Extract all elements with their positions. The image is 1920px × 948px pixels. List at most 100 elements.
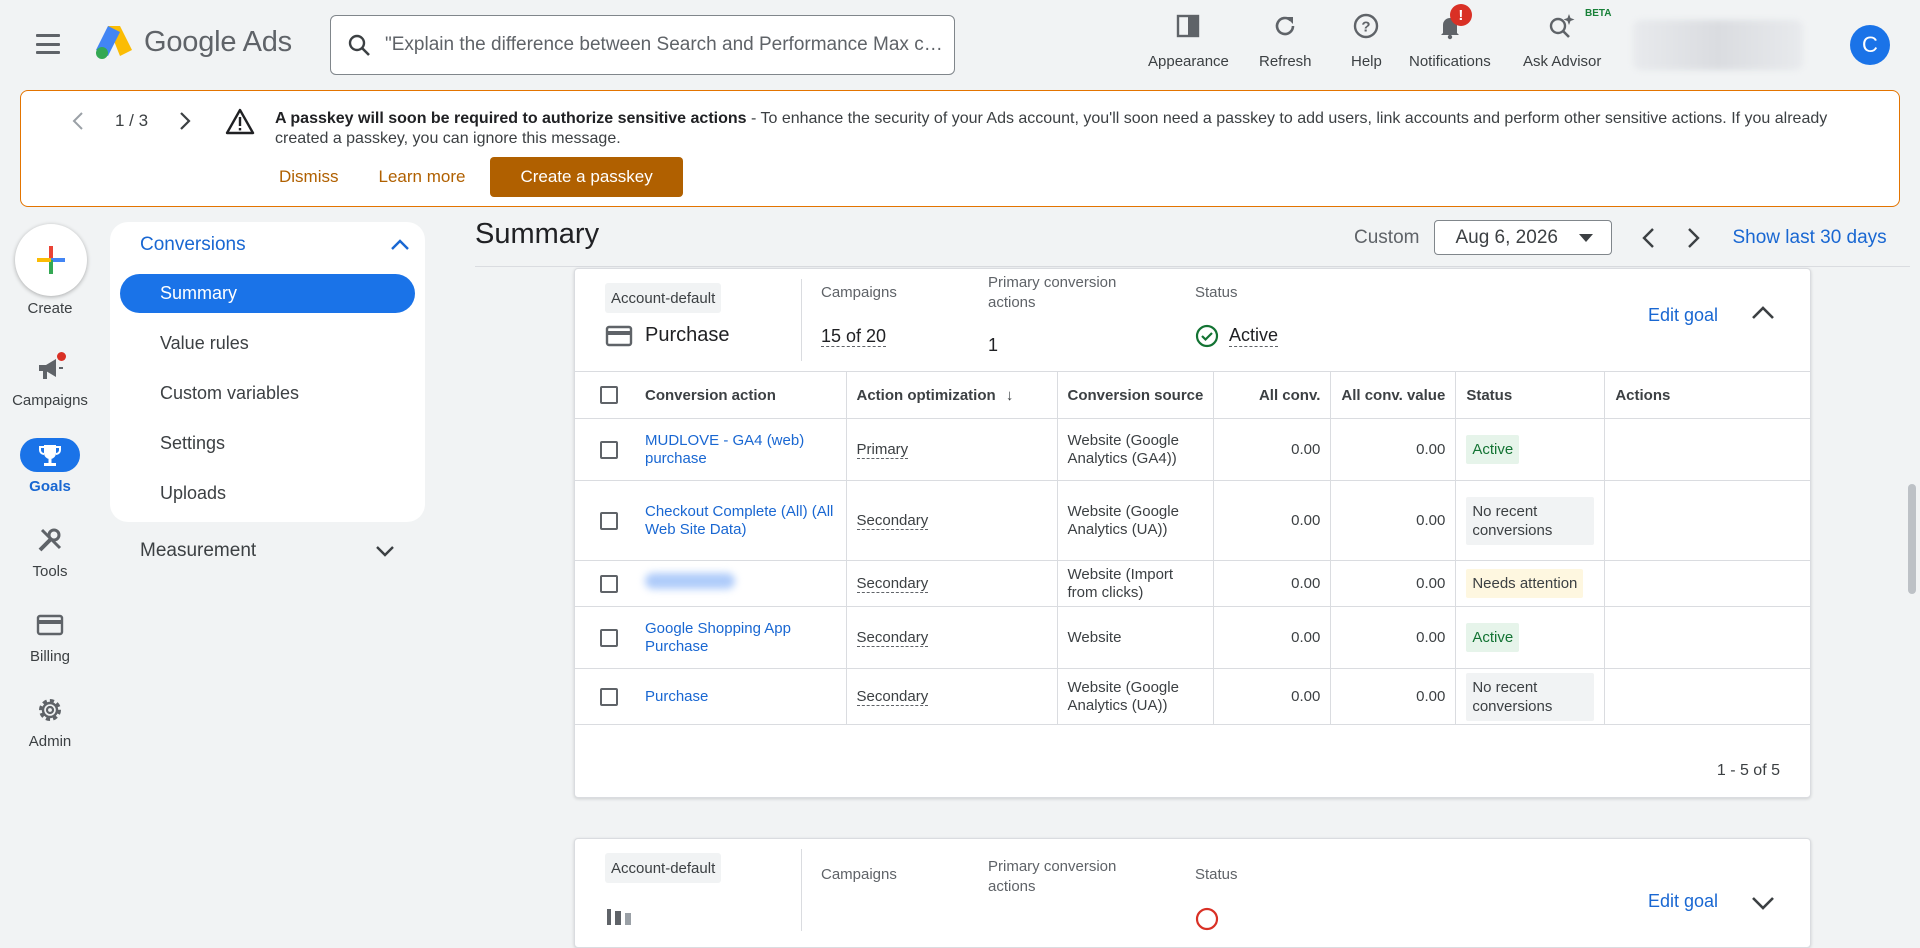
nav-item-admin[interactable]: Admin (0, 693, 100, 750)
conversion-action-link[interactable]: MUDLOVE - GA4 (web) purchase (645, 432, 804, 467)
subnav-item-custom-variables[interactable]: Custom variables (120, 374, 415, 413)
credit-card-icon (36, 614, 64, 636)
measurement-section-header[interactable]: Measurement (140, 540, 395, 562)
actions-cell (1604, 606, 1810, 669)
show-last-30-days-link[interactable]: Show last 30 days (1732, 227, 1886, 249)
conversion-action-link[interactable]: Checkout Complete (All) (All Web Site Da… (645, 503, 833, 538)
status-header: Status (1195, 866, 1238, 883)
notifications-icon-wrap: ! (1436, 4, 1472, 40)
all-conv-cell: 0.00 (1213, 560, 1332, 607)
optimization-cell: Secondary (846, 480, 1058, 561)
previous-period-icon[interactable] (1640, 227, 1656, 249)
goal-status-text[interactable]: Active (1229, 325, 1279, 347)
redacted-action-name[interactable] (645, 573, 735, 589)
conversion-action-link[interactable]: Google Shopping App Purchase (645, 620, 791, 655)
optimization-value[interactable]: Primary (856, 440, 909, 459)
row-checkbox[interactable] (600, 440, 618, 459)
status-cell: No recent conversions (1455, 668, 1606, 725)
goals-pill (20, 438, 80, 472)
row-checkbox-cell (575, 606, 635, 669)
table-row: MUDLOVE - GA4 (web) purchase Primary Web… (575, 418, 1810, 481)
create-passkey-button[interactable]: Create a passkey (490, 157, 683, 197)
learn-more-button[interactable]: Learn more (379, 159, 466, 195)
avatar[interactable]: C (1850, 25, 1890, 65)
account-selector[interactable] (1633, 20, 1803, 70)
select-all-cell (575, 371, 635, 419)
row-checkbox[interactable] (600, 687, 618, 706)
optimization-value[interactable]: Secondary (856, 574, 929, 593)
pagination-count: 1 - 5 of 5 (1716, 762, 1780, 779)
notification-badge: ! (1449, 4, 1472, 26)
row-checkbox-cell (575, 560, 635, 607)
google-ads-logo[interactable]: Google Ads (94, 24, 292, 60)
col-action-optimization[interactable]: Action optimization ↓ (846, 371, 1058, 419)
google-ads-logo-icon (96, 26, 132, 59)
refresh-button[interactable]: Refresh (1259, 12, 1312, 70)
refresh-label: Refresh (1259, 53, 1312, 70)
subnav-item-settings[interactable]: Settings (120, 424, 415, 463)
col-all-conv-value[interactable]: All conv. value (1330, 371, 1457, 419)
nav-item-campaigns[interactable]: Campaigns (0, 352, 100, 409)
campaigns-value[interactable]: 15 of 20 (821, 326, 887, 347)
measurement-label: Measurement (140, 540, 257, 561)
notifications-label: Notifications (1409, 53, 1491, 70)
row-checkbox[interactable] (600, 574, 618, 593)
help-button[interactable]: ? Help (1351, 12, 1382, 70)
conversion-actions-table: Conversion action Action optimization ↓ … (575, 371, 1810, 725)
sort-down-icon: ↓ (1005, 386, 1014, 404)
campaigns-pill (20, 352, 80, 386)
conversions-section-label: Conversions (140, 234, 246, 255)
nav-item-goals[interactable]: Goals (0, 438, 100, 495)
optimization-value[interactable]: Secondary (856, 687, 929, 706)
expand-goal-icon[interactable] (1751, 895, 1775, 911)
notifications-button[interactable]: ! Notifications (1409, 4, 1491, 70)
credit-card-icon (605, 325, 633, 346)
row-checkbox[interactable] (600, 628, 618, 647)
chevron-right-icon[interactable] (178, 111, 192, 131)
next-period-icon[interactable] (1686, 227, 1702, 249)
goal-category-icon (607, 909, 631, 925)
status-cell: Active (1455, 606, 1606, 669)
conversion-action-link[interactable]: Purchase (645, 688, 708, 705)
collapse-goal-icon[interactable] (1751, 305, 1775, 321)
status-badge: Needs attention (1466, 569, 1584, 598)
col-conversion-action[interactable]: Conversion action (635, 371, 847, 419)
col-conversion-source[interactable]: Conversion source (1057, 371, 1215, 419)
appearance-button[interactable]: Appearance (1148, 12, 1229, 70)
nav-item-tools[interactable]: Tools (0, 523, 100, 580)
row-checkbox-cell (575, 418, 635, 481)
campaigns-alert-dot (57, 352, 66, 361)
nav-item-billing[interactable]: Billing (0, 608, 100, 665)
dismiss-button[interactable]: Dismiss (279, 159, 339, 195)
all-conv-cell: 0.00 (1213, 668, 1332, 725)
conversion-action-cell (635, 560, 847, 607)
edit-goal-button[interactable]: Edit goal (1648, 305, 1718, 326)
search-input[interactable]: "Explain the difference between Search a… (330, 15, 955, 75)
create-button[interactable] (15, 224, 87, 296)
col-status[interactable]: Status (1455, 371, 1606, 419)
status-badge: No recent conversions (1466, 672, 1595, 721)
row-checkbox[interactable] (600, 511, 618, 530)
search-placeholder: "Explain the difference between Search a… (385, 34, 945, 55)
chevron-left-icon[interactable] (71, 111, 85, 131)
subnav-item-summary[interactable]: Summary (120, 274, 415, 313)
subnav-item-uploads[interactable]: Uploads (120, 474, 415, 513)
date-range-select[interactable]: Aug 6, 2026 (1434, 220, 1613, 255)
conversions-section-header[interactable]: Conversions (140, 230, 410, 260)
status-badge: No recent conversions (1466, 496, 1595, 545)
subnav-item-value-rules[interactable]: Value rules (120, 324, 415, 363)
optimization-value[interactable]: Secondary (856, 628, 929, 647)
optimization-value[interactable]: Secondary (856, 511, 929, 530)
menu-icon[interactable] (34, 32, 62, 56)
date-mode-label: Custom (1354, 226, 1420, 248)
admin-label: Admin (28, 733, 72, 750)
ask-advisor-button[interactable]: Ask Advisor (1523, 12, 1601, 70)
all-conv-value-cell: 0.00 (1330, 606, 1457, 669)
page-scrollbar[interactable] (1908, 484, 1916, 594)
warning-icon (225, 108, 255, 135)
select-all-checkbox[interactable] (600, 386, 618, 404)
edit-goal-button[interactable]: Edit goal (1648, 891, 1718, 912)
col-action-optimization-label: Action optimization (856, 386, 996, 404)
banner-actions: Dismiss Learn more Create a passkey (279, 157, 683, 197)
col-all-conv[interactable]: All conv. (1213, 371, 1332, 419)
